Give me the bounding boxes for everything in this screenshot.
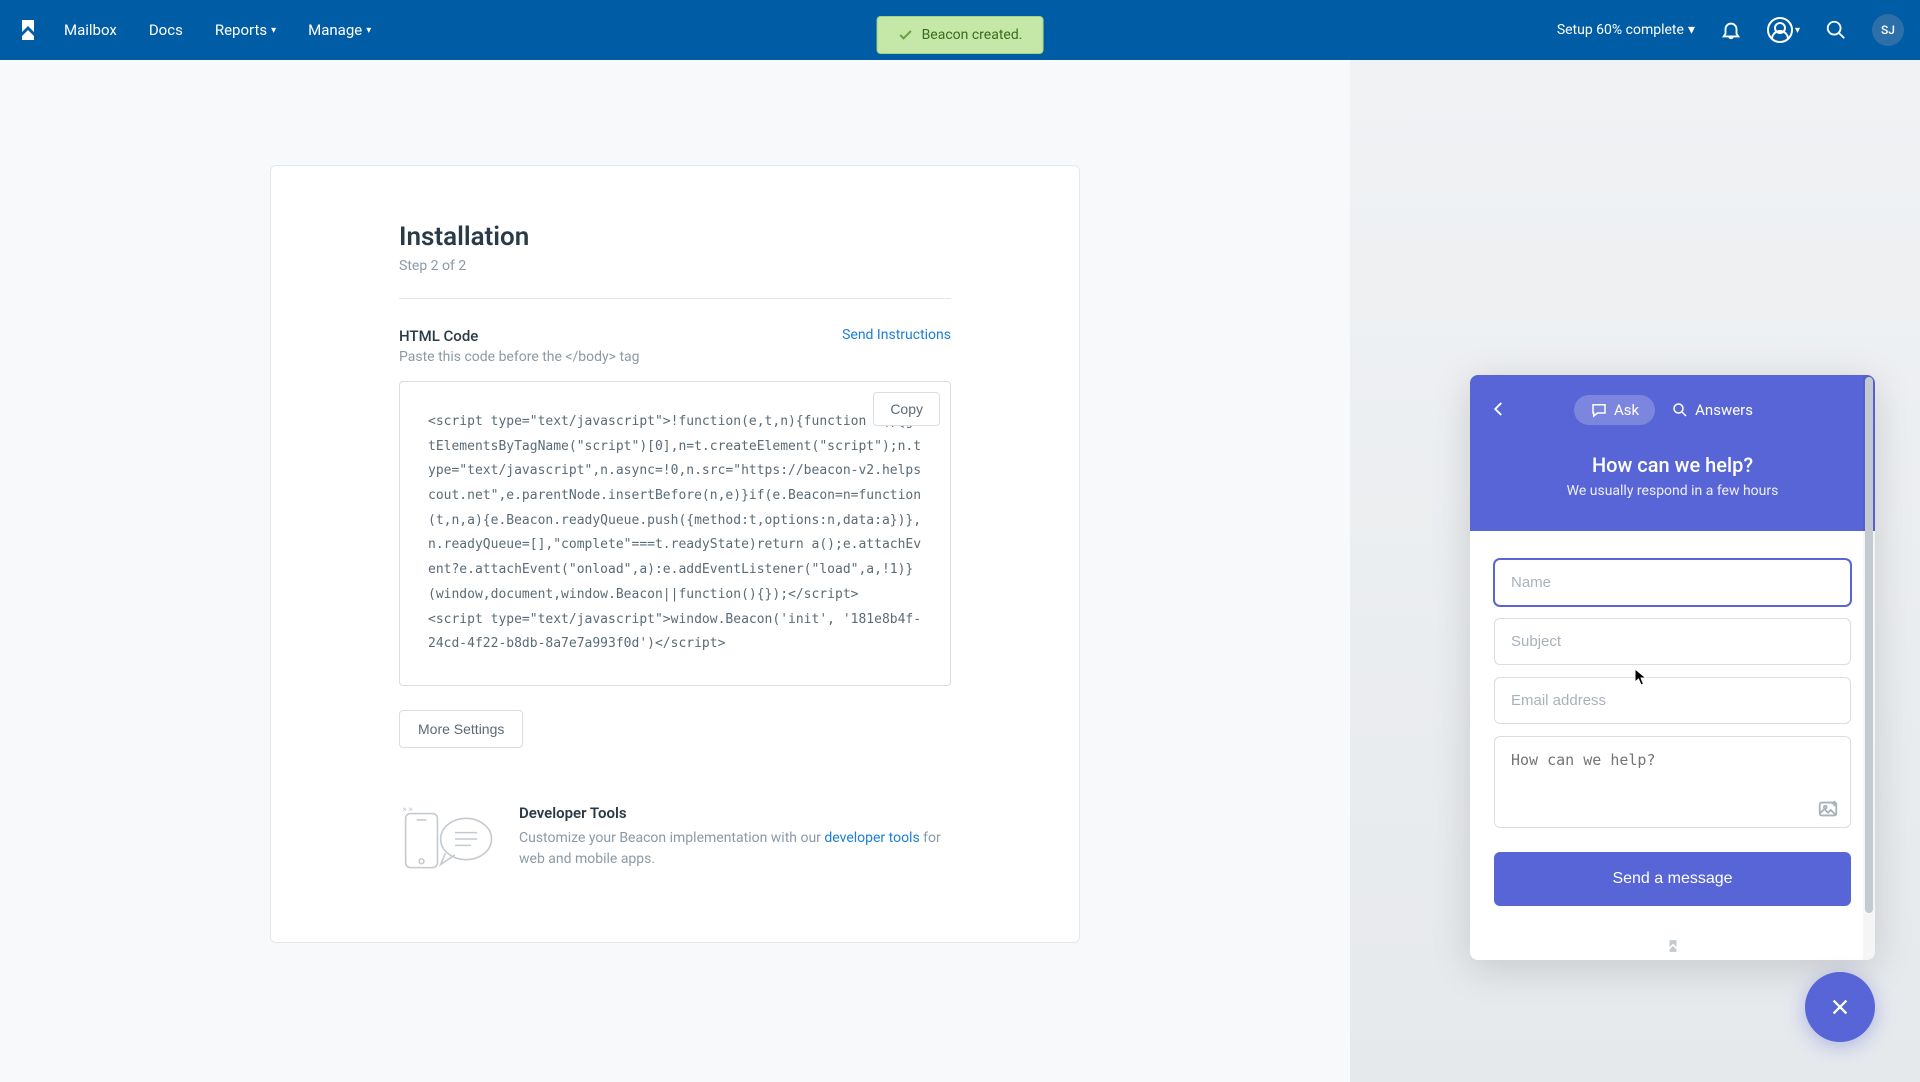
chat-icon [1590,401,1608,419]
message-textarea[interactable] [1494,736,1851,828]
card-title: Installation [399,222,951,252]
html-code-label: HTML Code [399,327,640,345]
chevron-down-icon: ▾ [1795,25,1800,36]
copy-button[interactable]: Copy [873,392,940,426]
nav-reports[interactable]: Reports▾ [215,21,276,39]
code-snippet[interactable]: Copy <script type="text/javascript">!fun… [399,381,951,686]
back-button[interactable] [1490,400,1510,420]
setup-progress[interactable]: Setup 60% complete▾ [1557,22,1695,38]
user-avatar[interactable]: SJ [1872,14,1904,46]
beacon-footer-logo [1470,926,1875,960]
main: Installation Step 2 of 2 HTML Code Paste… [0,60,1920,1082]
check-icon [898,27,914,43]
logo-icon[interactable] [16,18,40,42]
beacon-header: Ask Answers How can we help? We usually … [1470,375,1875,531]
beacon-close-fab[interactable] [1805,972,1875,1042]
account-icon[interactable]: ▾ [1767,18,1800,42]
beacon-form: Send a message [1470,531,1875,926]
code-text: <script type="text/javascript">!function… [428,414,921,651]
cursor-icon [1634,668,1648,686]
more-settings-button[interactable]: More Settings [399,710,523,748]
notifications-icon[interactable] [1719,18,1743,42]
beacon-subtitle: We usually respond in a few hours [1490,483,1855,499]
search-icon [1671,401,1689,419]
developer-tools-icon: × × [399,804,495,878]
toast-success: Beacon created. [877,16,1044,54]
tab-ask[interactable]: Ask [1574,395,1655,425]
subject-input[interactable] [1494,618,1851,665]
beacon-widget: Ask Answers How can we help? We usually … [1470,375,1875,960]
dev-tools-title: Developer Tools [519,804,951,822]
tab-answers[interactable]: Answers [1655,395,1769,425]
scrollbar[interactable] [1863,375,1875,960]
nav-docs[interactable]: Docs [149,21,183,39]
send-message-button[interactable]: Send a message [1494,852,1851,906]
attach-image-icon[interactable] [1817,798,1839,820]
nav-mailbox[interactable]: Mailbox [64,21,117,39]
step-indicator: Step 2 of 2 [399,258,951,299]
preview-pane: Ask Answers How can we help? We usually … [1350,60,1920,1082]
nav-items: Mailbox Docs Reports▾ Manage▾ [64,21,371,39]
send-instructions-link[interactable]: Send Instructions [842,327,951,343]
toast-message: Beacon created. [922,27,1023,43]
developer-tools-section: × × Developer Tools Customize your Beaco… [399,804,951,878]
nav-manage[interactable]: Manage▾ [308,21,371,39]
main-left: Installation Step 2 of 2 HTML Code Paste… [0,60,1350,1082]
beacon-title: How can we help? [1490,453,1855,477]
html-code-hint: Paste this code before the </body> tag [399,349,640,365]
developer-tools-text: Developer Tools Customize your Beacon im… [519,804,951,870]
name-input[interactable] [1494,559,1851,606]
html-code-header: HTML Code Paste this code before the </b… [399,327,951,365]
chevron-down-icon: ▾ [1688,22,1695,38]
search-icon[interactable] [1824,18,1848,42]
svg-text:× ×: × × [402,805,412,814]
close-icon [1829,996,1851,1018]
chevron-down-icon: ▾ [366,25,371,36]
email-input[interactable] [1494,677,1851,724]
chevron-down-icon: ▾ [271,25,276,36]
nav-right: Setup 60% complete▾ ▾ SJ [1557,14,1904,46]
developer-tools-link[interactable]: developer tools [824,830,919,846]
installation-card: Installation Step 2 of 2 HTML Code Paste… [270,165,1080,943]
